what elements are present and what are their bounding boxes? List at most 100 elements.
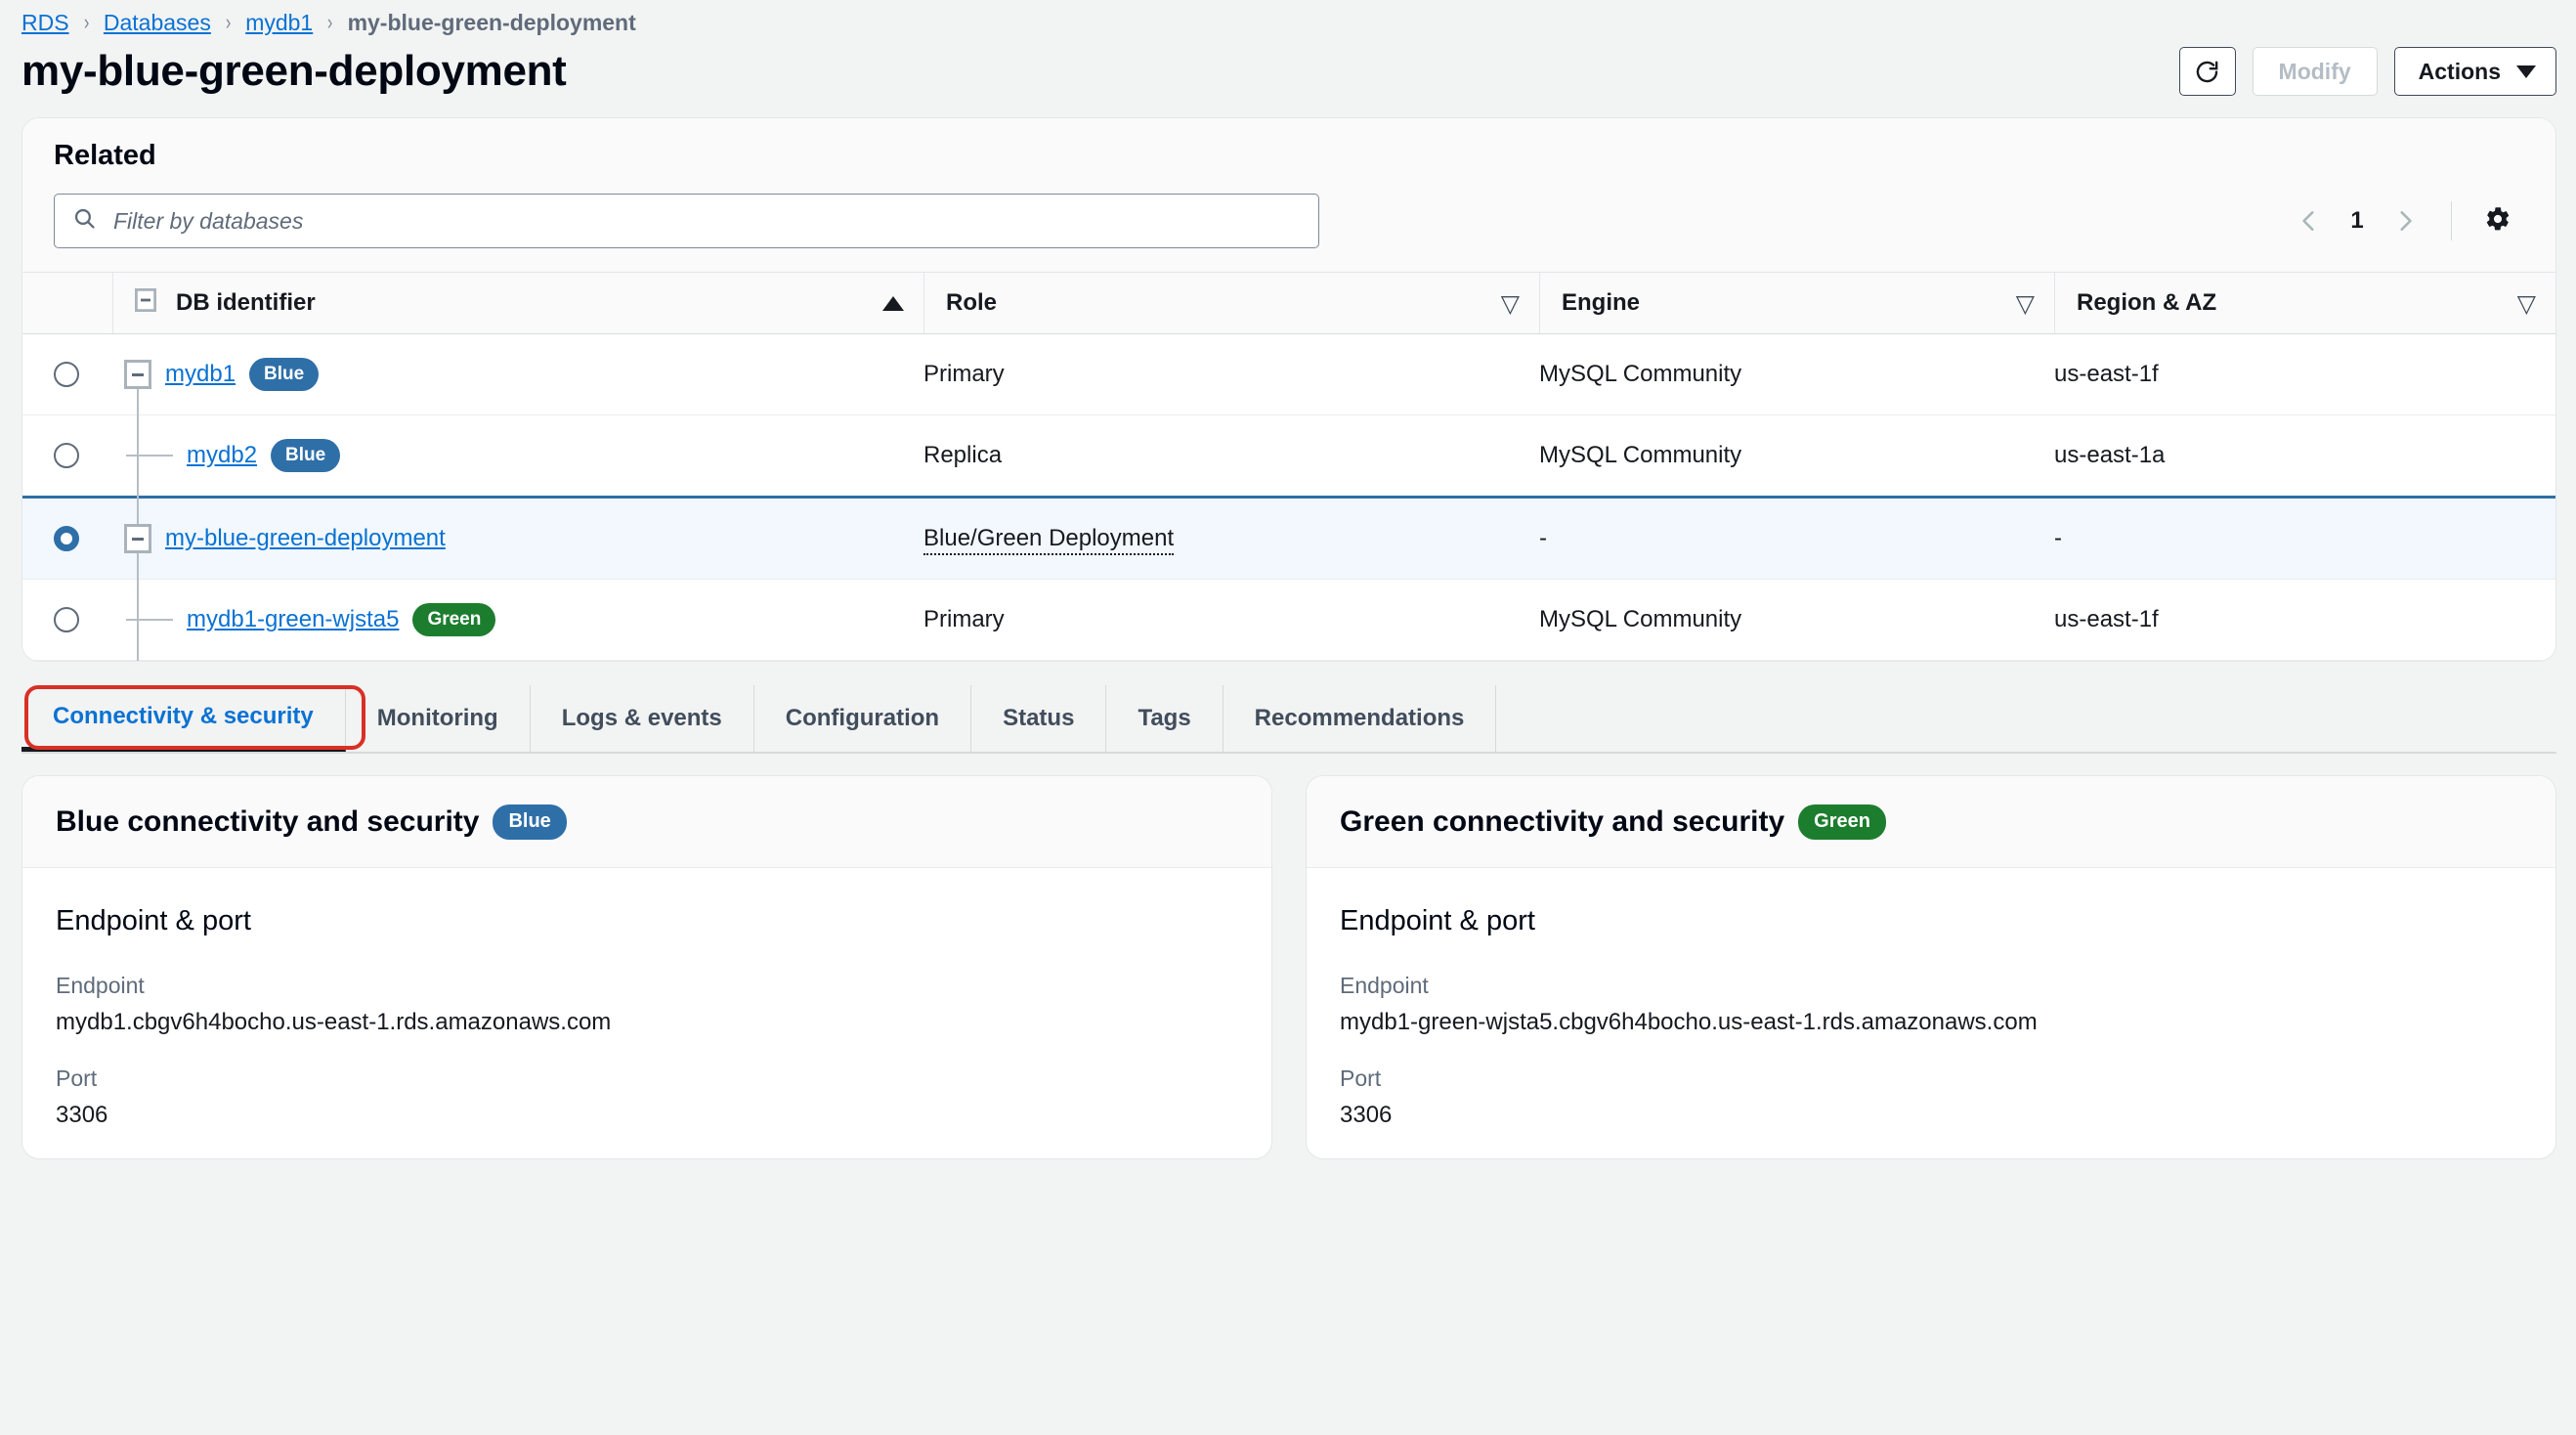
table-row[interactable]: mydb1 Blue Primary MySQL Community us-ea… xyxy=(22,333,2555,495)
port-value: 3306 xyxy=(1340,1102,1393,1128)
port-field: Port 3306 xyxy=(1340,1065,2522,1129)
tab-logs-events[interactable]: Logs & events xyxy=(531,685,754,752)
tab-monitoring[interactable]: Monitoring xyxy=(346,685,531,752)
related-table: DB identifier Role ▽ Engine ▽ Region & A… xyxy=(22,272,2555,661)
db-identifier-cell: mydb1-green-wjsta5 Green xyxy=(112,576,923,661)
row-select-cell[interactable] xyxy=(22,333,112,415)
sort-ascending-icon xyxy=(882,295,904,311)
db-identifier-link[interactable]: mydb2 xyxy=(187,442,257,469)
breadcrumb-separator: › xyxy=(225,10,232,34)
db-identifier-link[interactable]: my-blue-green-deployment xyxy=(165,525,446,552)
role-cell: Blue/Green Deployment xyxy=(923,496,1539,580)
table-row[interactable]: mydb1-green-wjsta5 Green Primary MySQL C… xyxy=(22,576,2555,661)
table-row-selected[interactable]: my-blue-green-deployment Blue/Green Depl… xyxy=(22,494,2555,661)
page-header: my-blue-green-deployment Modify Actions xyxy=(0,33,2576,104)
port-field: Port 3306 xyxy=(56,1065,1238,1129)
column-header-role[interactable]: Role ▽ xyxy=(923,272,1539,334)
row-radio-button[interactable] xyxy=(54,607,79,632)
breadcrumb-item-rds[interactable]: RDS xyxy=(21,10,69,36)
refresh-icon xyxy=(2194,59,2220,85)
table-preferences-button[interactable] xyxy=(2471,195,2524,247)
engine-cell: MySQL Community xyxy=(1539,333,2054,415)
tree-branch-line xyxy=(126,455,173,457)
tree-branch-line xyxy=(126,619,173,621)
status-badge: Blue xyxy=(249,358,320,391)
filter-databases-field[interactable] xyxy=(54,194,1319,248)
toolbar-divider xyxy=(2451,201,2452,240)
status-badge: Green xyxy=(1798,804,1886,840)
green-connectivity-panel: Green connectivity and security Green En… xyxy=(1306,775,2556,1159)
next-page-button[interactable] xyxy=(2379,195,2431,247)
select-all-column xyxy=(22,272,112,334)
db-identifier-link[interactable]: mydb1 xyxy=(165,361,236,388)
panel-title: Green connectivity and security xyxy=(1340,804,1785,838)
tab-status[interactable]: Status xyxy=(971,685,1107,752)
db-identifier-cell: mydb2 Blue xyxy=(112,413,923,498)
section-title-endpoint-port: Endpoint & port xyxy=(1340,905,1535,936)
role-cell: Primary xyxy=(923,333,1539,415)
related-toolbar: 1 xyxy=(54,194,2524,272)
port-label: Port xyxy=(56,1065,98,1091)
endpoint-field: Endpoint mydb1-green-wjsta5.cbgv6h4bocho… xyxy=(1340,973,2522,1036)
endpoint-value: mydb1-green-wjsta5.cbgv6h4bocho.us-east-… xyxy=(1340,1009,2038,1035)
status-badge: Green xyxy=(412,603,496,636)
row-select-cell[interactable] xyxy=(22,414,112,498)
tab-recommendations[interactable]: Recommendations xyxy=(1224,685,1497,752)
status-badge: Blue xyxy=(493,804,567,840)
sort-icon: ▽ xyxy=(1500,288,1520,318)
row-select-cell[interactable] xyxy=(22,579,112,661)
column-label: Role xyxy=(946,289,998,316)
db-identifier-link[interactable]: mydb1-green-wjsta5 xyxy=(187,606,399,633)
breadcrumb-item-mydb1[interactable]: mydb1 xyxy=(245,10,313,36)
role-tooltip-text[interactable]: Blue/Green Deployment xyxy=(923,525,1175,555)
tab-connectivity-security[interactable]: Connectivity & security xyxy=(21,685,346,752)
role-cell: Replica xyxy=(923,414,1539,498)
column-label: Engine xyxy=(1562,289,1641,316)
connectivity-panels: Blue connectivity and security Blue Endp… xyxy=(21,775,2556,1159)
tab-configuration[interactable]: Configuration xyxy=(754,685,972,752)
table-row[interactable]: mydb2 Blue Replica MySQL Community us-ea… xyxy=(22,413,2555,498)
row-radio-button-selected[interactable] xyxy=(54,526,79,551)
search-icon xyxy=(72,206,97,236)
breadcrumb-item-current: my-blue-green-deployment xyxy=(347,9,636,35)
endpoint-value: mydb1.cbgv6h4bocho.us-east-1.rds.amazona… xyxy=(56,1009,612,1035)
breadcrumb-item-databases[interactable]: Databases xyxy=(104,10,211,36)
endpoint-label: Endpoint xyxy=(56,973,145,998)
column-label: DB identifier xyxy=(176,289,316,316)
column-header-db-identifier[interactable]: DB identifier xyxy=(112,272,923,334)
panel-body: Endpoint & port Endpoint mydb1.cbgv6h4bo… xyxy=(22,868,1271,1129)
expand-collapse-toggle[interactable] xyxy=(124,524,151,553)
related-panel-header: Related 1 xyxy=(22,118,2555,272)
port-value: 3306 xyxy=(56,1102,108,1128)
previous-page-button[interactable] xyxy=(2283,195,2336,247)
engine-cell: - xyxy=(1539,496,2054,580)
table-body: mydb1 Blue Primary MySQL Community us-ea… xyxy=(22,333,2555,661)
row-radio-button[interactable] xyxy=(54,443,79,468)
row-select-cell[interactable] xyxy=(22,496,112,580)
table-header: DB identifier Role ▽ Engine ▽ Region & A… xyxy=(22,272,2555,334)
db-identifier-cell: my-blue-green-deployment xyxy=(112,494,923,661)
page-title: my-blue-green-deployment xyxy=(21,47,567,95)
db-identifier-cell: mydb1 Blue xyxy=(112,333,923,495)
refresh-button[interactable] xyxy=(2178,47,2236,96)
role-cell: Primary xyxy=(923,579,1539,661)
expand-collapse-toggle[interactable] xyxy=(124,360,151,389)
panel-body: Endpoint & port Endpoint mydb1-green-wjs… xyxy=(1307,868,2555,1129)
tree-connector-line xyxy=(137,576,139,621)
page-number-1[interactable]: 1 xyxy=(2340,207,2375,235)
column-header-engine[interactable]: Engine ▽ xyxy=(1539,272,2054,334)
engine-cell: MySQL Community xyxy=(1539,579,2054,661)
region-az-cell: us-east-1a xyxy=(2054,414,2555,498)
actions-button[interactable]: Actions xyxy=(2393,47,2556,96)
search-input[interactable] xyxy=(111,206,1301,236)
collapse-all-icon[interactable] xyxy=(134,287,157,319)
gear-icon xyxy=(2484,205,2512,238)
column-header-region-az[interactable]: Region & AZ ▽ xyxy=(2054,272,2555,334)
panel-header: Blue connectivity and security Blue xyxy=(22,776,1271,868)
tab-tags[interactable]: Tags xyxy=(1106,685,1224,752)
endpoint-label: Endpoint xyxy=(1340,973,1429,998)
status-badge: Blue xyxy=(271,439,341,472)
row-radio-button[interactable] xyxy=(54,362,79,387)
engine-cell: MySQL Community xyxy=(1539,414,2054,498)
breadcrumb-separator: › xyxy=(83,10,89,34)
